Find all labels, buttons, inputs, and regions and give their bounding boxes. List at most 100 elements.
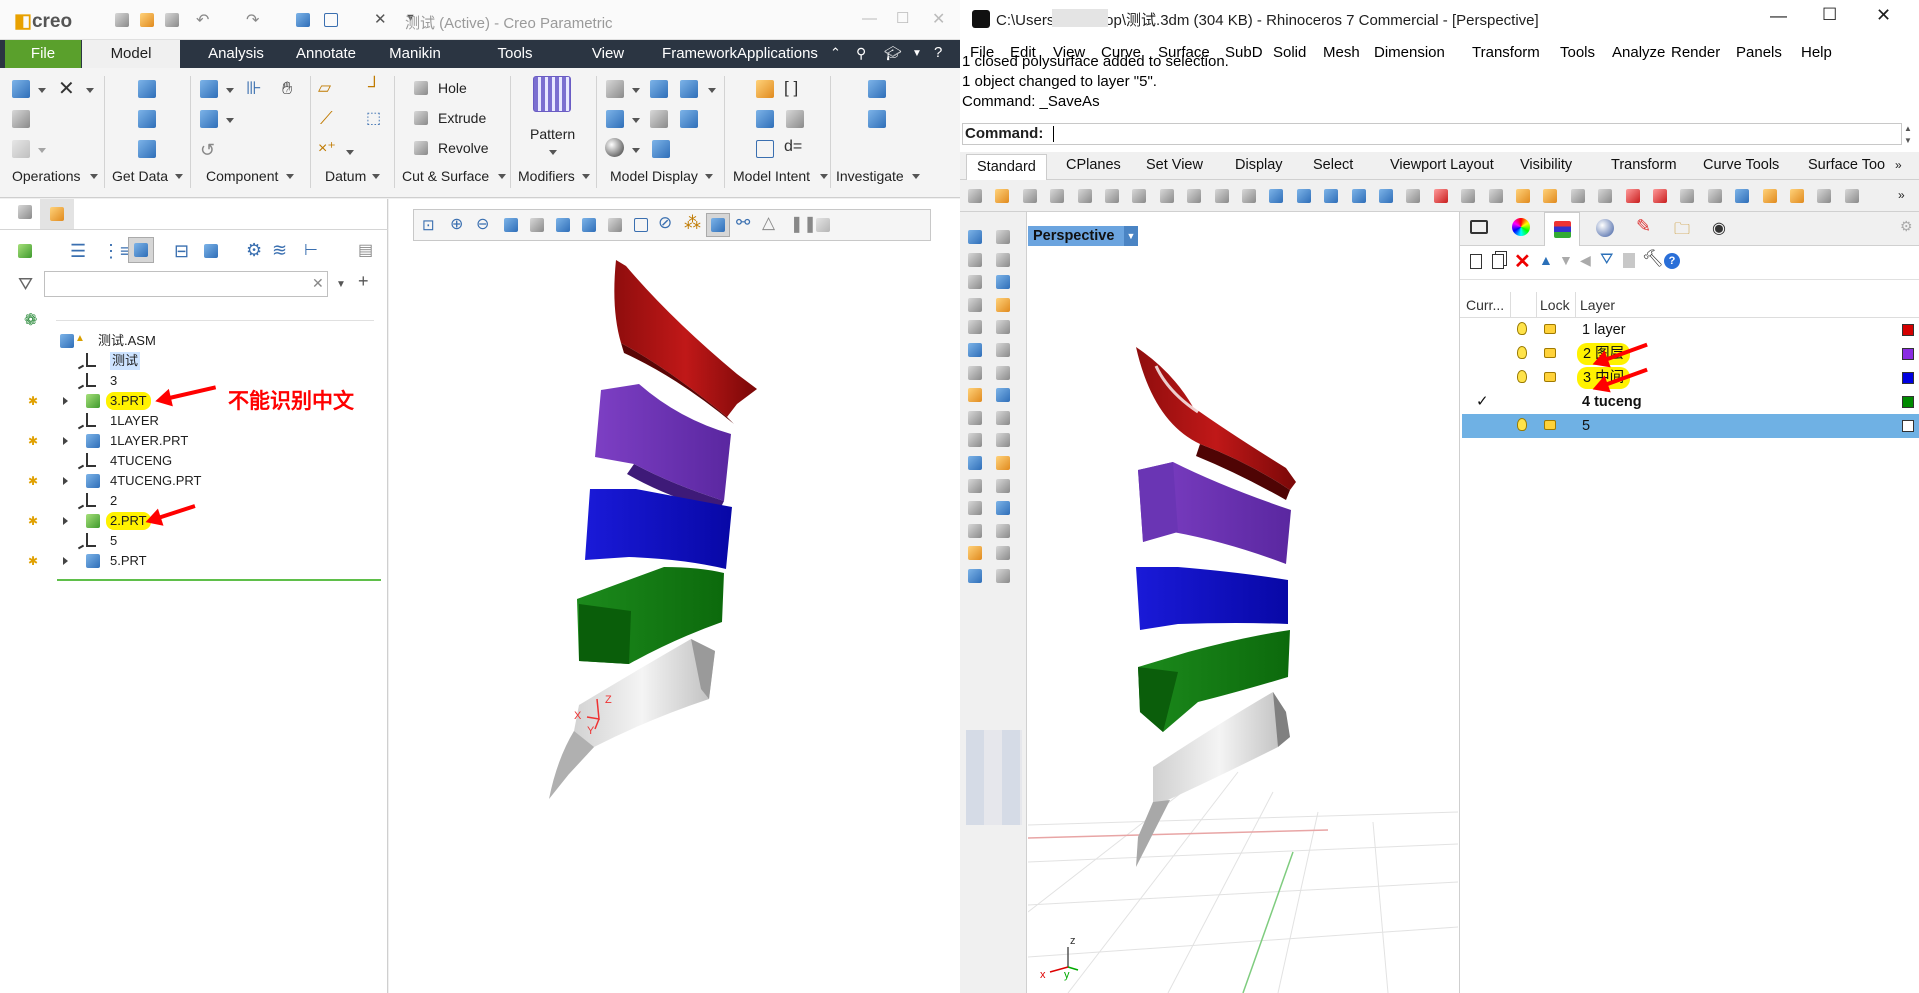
insert-here-line[interactable] <box>57 579 381 581</box>
rectangle-icon[interactable] <box>996 297 1010 312</box>
pipe-icon[interactable] <box>968 523 982 538</box>
family-table-icon[interactable]: [ ] <box>784 78 798 98</box>
display-pen-icon[interactable]: ✎ <box>1636 216 1651 237</box>
close-window-icon[interactable]: ✕ <box>374 10 387 28</box>
repeat-icon[interactable]: ↺ <box>200 140 215 161</box>
save-icon[interactable] <box>165 13 179 27</box>
pattern-icon[interactable] <box>533 76 571 112</box>
tree-settings-icon[interactable]: ⊟ <box>174 241 189 262</box>
switch-dimensions-icon[interactable] <box>786 110 804 128</box>
exploded-view-icon[interactable] <box>680 110 698 128</box>
zoom-all-icon[interactable] <box>1379 189 1393 203</box>
scene-icon[interactable] <box>652 140 670 158</box>
materials-wheel-icon[interactable] <box>1512 218 1530 236</box>
options-icon[interactable] <box>1790 189 1804 203</box>
tree-refresh-icon[interactable]: ❁ <box>24 310 37 330</box>
cylinder-icon[interactable] <box>968 388 982 403</box>
pan-icon[interactable] <box>1214 189 1229 203</box>
group-modifiers[interactable]: Modifiers <box>518 168 575 184</box>
group-datum[interactable]: Datum <box>325 168 366 184</box>
move-down-icon[interactable]: ▼ <box>1559 252 1573 268</box>
properties-monitor-icon[interactable] <box>1470 220 1488 234</box>
csys-icon[interactable]: ┘ <box>368 76 381 97</box>
pattern-button[interactable]: Pattern <box>530 126 575 142</box>
bill-of-materials-icon[interactable] <box>868 80 886 98</box>
tree-item[interactable]: 4TUCENG <box>0 452 388 470</box>
axis-icon[interactable]: ⟋ <box>320 108 333 129</box>
surface-icon[interactable] <box>968 343 982 357</box>
rendering-icon[interactable] <box>1596 219 1614 237</box>
hide-icon[interactable] <box>1598 189 1613 203</box>
appearance-sphere-icon[interactable] <box>605 138 624 157</box>
group-icon[interactable] <box>996 501 1010 516</box>
expand-icon[interactable] <box>63 397 68 405</box>
check-icon[interactable] <box>996 523 1010 538</box>
tree-filter-list-icon[interactable]: ⋮≡ <box>102 241 131 262</box>
layer-row[interactable]: 2 图层 <box>1462 342 1919 366</box>
tab-manikin[interactable]: Manikin <box>375 40 455 68</box>
layer-row[interactable]: 1 layer <box>1462 318 1919 342</box>
lock-icon[interactable] <box>1570 189 1585 203</box>
open-icon[interactable] <box>995 189 1010 203</box>
tree-item[interactable]: ✱ 1LAYER.PRT <box>0 432 388 450</box>
revolve-icon[interactable] <box>414 141 428 155</box>
tree-notes-icon[interactable]: ▤ <box>358 240 373 260</box>
layer-name[interactable]: 1 layer <box>1582 318 1626 342</box>
unlocked-icon[interactable] <box>1544 348 1556 358</box>
minimize-ribbon-icon[interactable]: ⌃ <box>830 45 841 61</box>
settings-gear-icon[interactable]: ⚙ <box>246 240 262 261</box>
hole-button[interactable]: Hole <box>438 80 467 96</box>
transform-icon[interactable] <box>1817 189 1832 203</box>
open-folder-icon[interactable] <box>140 13 154 27</box>
select-icon[interactable] <box>968 230 982 244</box>
layer-color-swatch[interactable] <box>1902 348 1914 360</box>
toolbar-tab-visibility[interactable]: Visibility <box>1520 157 1572 173</box>
toolbar-tab-display[interactable]: Display <box>1235 157 1283 173</box>
toolbar-tab-set-view[interactable]: Set View <box>1146 157 1203 173</box>
group-get-data[interactable]: Get Data <box>112 168 168 184</box>
delete-layer-icon[interactable]: ✕ <box>1514 249 1531 274</box>
paste-icon[interactable] <box>1159 189 1174 203</box>
tree-item[interactable]: 5 <box>0 532 388 550</box>
options-caret-icon[interactable]: ▼ <box>912 48 922 59</box>
group-cut-surface[interactable]: Cut & Surface <box>402 168 489 184</box>
extract-icon[interactable] <box>968 546 982 561</box>
close-icon[interactable]: ✕ <box>932 9 945 29</box>
history-scroll-down-icon[interactable]: ▼ <box>1904 136 1912 145</box>
tab-tools[interactable]: Tools <box>482 40 548 68</box>
unlocked-icon[interactable] <box>1544 420 1556 430</box>
layer-name[interactable]: 5 <box>1582 414 1590 438</box>
tab-analysis[interactable]: Analysis <box>195 40 277 68</box>
drag-components-icon[interactable]: ✋︎ <box>282 78 292 99</box>
group-investigate[interactable]: Investigate <box>836 168 904 184</box>
column-layer[interactable]: Layer <box>1580 297 1615 313</box>
gumball-icon[interactable] <box>1461 189 1476 203</box>
column-current[interactable]: Curr... <box>1466 297 1504 313</box>
group-model-intent[interactable]: Model Intent <box>733 168 810 184</box>
expand-icon[interactable] <box>63 517 68 525</box>
curve-tools-icon[interactable] <box>996 320 1010 335</box>
redo-icon[interactable]: ↷ <box>246 10 259 30</box>
light-icon[interactable] <box>1543 189 1558 203</box>
box-icon[interactable] <box>968 365 982 380</box>
delete-x-icon[interactable]: ✕ <box>58 76 75 101</box>
show-icon[interactable] <box>18 244 32 258</box>
zoom-selected-icon[interactable] <box>1351 189 1366 203</box>
assemble-icon[interactable] <box>200 80 218 98</box>
fillet-icon[interactable] <box>996 546 1010 561</box>
curve-icon[interactable] <box>996 252 1010 267</box>
layer-color-swatch[interactable] <box>1902 324 1914 336</box>
point-icon[interactable] <box>996 230 1010 244</box>
publish-geometry-icon[interactable] <box>756 110 774 128</box>
minimize-icon[interactable]: — <box>1770 6 1787 26</box>
tree-item[interactable]: ▲ 测试.ASM <box>0 332 388 350</box>
render-shaded-icon[interactable] <box>1707 189 1722 203</box>
display-style-icon[interactable] <box>606 110 624 128</box>
osnap-icon[interactable] <box>1516 189 1530 203</box>
layer-icon[interactable] <box>1625 189 1640 203</box>
move-out-icon[interactable]: ◀ <box>1580 252 1591 269</box>
save-icon[interactable] <box>1022 189 1037 203</box>
print-icon[interactable] <box>1050 189 1065 203</box>
layer-color-swatch[interactable] <box>1902 372 1914 384</box>
polyline-icon[interactable] <box>968 252 982 267</box>
